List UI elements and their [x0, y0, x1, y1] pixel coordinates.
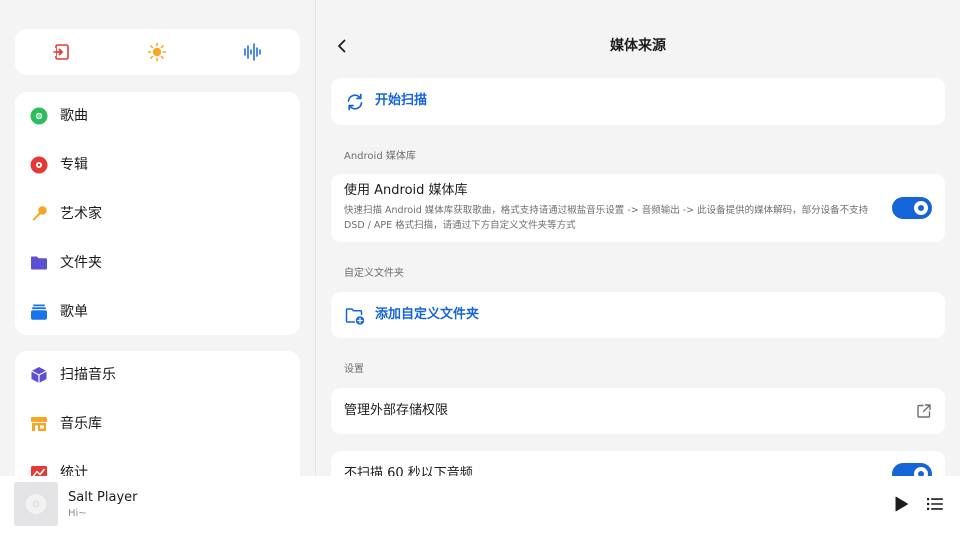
- add-custom-folder-label: 添加自定义文件夹: [375, 307, 480, 322]
- add-custom-folder-button[interactable]: 添加自定义文件夹: [331, 292, 945, 338]
- manage-storage-permission-row[interactable]: 管理外部存储权限: [331, 388, 945, 434]
- sidebar: 歌曲 专辑 艺术家 文件夹 歌单 扫描音乐 音乐库 统计: [0, 0, 316, 476]
- android-media-library-row: 使用 Android 媒体库 快速扫描 Android 媒体库获取歌曲，格式支持…: [331, 174, 945, 242]
- sidebar-item-label: 歌曲: [60, 108, 88, 124]
- sidebar-item-label: 音乐库: [60, 416, 102, 432]
- sidebar-item-label: 扫描音乐: [60, 367, 116, 383]
- track-subtitle: Hi~: [68, 508, 87, 519]
- section-label-android: Android 媒体库: [344, 151, 416, 162]
- sidebar-item-label: 统计: [60, 465, 88, 476]
- sidebar-item-label: 歌单: [60, 304, 88, 320]
- skip-short-audio-toggle[interactable]: [892, 463, 932, 476]
- playlist-icon: [29, 302, 49, 322]
- stats-icon: [29, 463, 49, 476]
- sidebar-item-artists[interactable]: 艺术家: [15, 190, 300, 238]
- album-icon: [29, 155, 49, 175]
- store-icon: [29, 414, 49, 434]
- exit-icon[interactable]: [51, 41, 73, 63]
- cube-icon: [29, 365, 49, 385]
- track-title: Salt Player: [68, 490, 138, 505]
- sidebar-item-albums[interactable]: 专辑: [15, 141, 300, 189]
- media-source-page: 媒体来源 开始扫描 Android 媒体库 使用 Android 媒体库 快速扫…: [316, 0, 960, 476]
- skip-short-audio-row: 不扫描 60 秒以下音频: [331, 451, 945, 476]
- row-description: 快速扫描 Android 媒体库获取歌曲，格式支持请通过椒盐音乐设置 -> 音频…: [344, 205, 869, 231]
- sidebar-item-songs[interactable]: 歌曲: [15, 92, 300, 140]
- sidebar-item-folders[interactable]: 文件夹: [15, 239, 300, 287]
- sidebar-item-playlists[interactable]: 歌单: [15, 288, 300, 336]
- play-icon: [895, 496, 908, 512]
- play-button[interactable]: [889, 492, 913, 516]
- disc-icon: [29, 106, 49, 126]
- mini-player[interactable]: Salt Player Hi~: [0, 476, 960, 540]
- section-label-settings: 设置: [344, 364, 364, 375]
- android-media-library-toggle[interactable]: [892, 197, 932, 219]
- microphone-icon: [29, 204, 49, 224]
- refresh-icon: [345, 92, 365, 112]
- queue-list-icon: [927, 498, 943, 510]
- section-label-custom-folder: 自定义文件夹: [344, 268, 404, 279]
- start-scan-button[interactable]: 开始扫描: [331, 78, 945, 125]
- queue-button[interactable]: [923, 492, 947, 516]
- sidebar-item-stats[interactable]: 统计: [15, 449, 300, 476]
- row-title: 使用 Android 媒体库: [344, 183, 468, 198]
- open-external-icon: [916, 403, 932, 419]
- folder-add-icon: [345, 306, 365, 326]
- waveform-icon[interactable]: [242, 41, 264, 63]
- start-scan-label: 开始扫描: [375, 93, 428, 108]
- toggle-knob: [914, 201, 928, 215]
- sidebar-item-label: 艺术家: [60, 206, 102, 222]
- tools-nav: 扫描音乐 音乐库 统计: [15, 351, 300, 476]
- library-nav: 歌曲 专辑 艺术家 文件夹 歌单: [15, 92, 300, 335]
- sidebar-item-scan-music[interactable]: 扫描音乐: [15, 351, 300, 399]
- sidebar-item-label: 专辑: [60, 157, 88, 173]
- quick-actions-bar: [15, 29, 300, 75]
- row-title: 管理外部存储权限: [344, 403, 449, 418]
- disc-placeholder-icon: [26, 494, 46, 514]
- sun-icon[interactable]: [146, 41, 168, 63]
- album-cover[interactable]: [14, 482, 58, 526]
- page-title: 媒体来源: [610, 38, 666, 54]
- sidebar-item-label: 文件夹: [60, 255, 102, 271]
- sidebar-item-music-library[interactable]: 音乐库: [15, 400, 300, 448]
- row-title: 不扫描 60 秒以下音频: [344, 466, 473, 476]
- toggle-knob: [914, 467, 928, 476]
- folder-icon: [29, 253, 49, 273]
